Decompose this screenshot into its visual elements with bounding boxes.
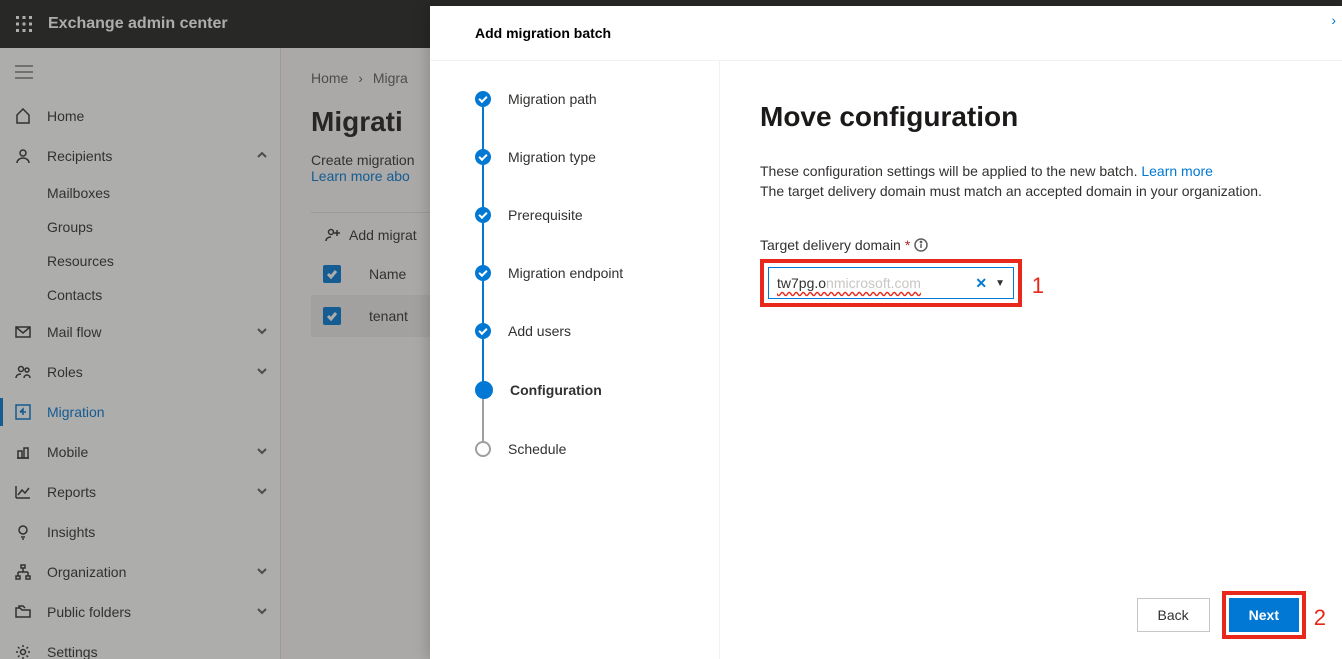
target-domain-value: tw7pg.onmicrosoft.com <box>777 275 975 291</box>
panel-resize-icon[interactable]: › <box>1331 12 1336 28</box>
wizard-stepper: Migration path Migration type Prerequisi… <box>430 61 720 659</box>
step-prerequisite[interactable]: Prerequisite <box>475 207 699 223</box>
step-configuration[interactable]: Configuration <box>475 381 699 399</box>
chevron-down-icon[interactable]: ▼ <box>995 278 1005 289</box>
add-migration-batch-panel: › Add migration batch Migration path Mig… <box>430 6 1342 659</box>
back-button[interactable]: Back <box>1137 598 1210 632</box>
panel-title: Add migration batch <box>430 6 1342 61</box>
info-icon[interactable] <box>914 238 928 252</box>
content-description: These configuration settings will be app… <box>760 161 1302 201</box>
clear-icon[interactable]: ✕ <box>975 275 987 292</box>
content-heading: Move configuration <box>760 101 1302 133</box>
annotation-box-1: 1 tw7pg.onmicrosoft.com ✕ ▼ <box>760 259 1022 307</box>
annotation-number-2: 2 <box>1314 605 1326 631</box>
step-schedule[interactable]: Schedule <box>475 441 699 457</box>
step-migration-type[interactable]: Migration type <box>475 149 699 165</box>
step-migration-path[interactable]: Migration path <box>475 91 699 107</box>
annotation-box-2: 2 Next <box>1222 591 1306 639</box>
target-domain-label: Target delivery domain * <box>760 237 1302 253</box>
step-migration-endpoint[interactable]: Migration endpoint <box>475 265 699 281</box>
target-domain-combobox[interactable]: tw7pg.onmicrosoft.com ✕ ▼ <box>768 267 1014 299</box>
step-add-users[interactable]: Add users <box>475 323 699 339</box>
learn-more-link[interactable]: Learn more <box>1141 163 1213 179</box>
next-button[interactable]: Next <box>1229 598 1299 632</box>
annotation-number-1: 1 <box>1032 273 1044 299</box>
